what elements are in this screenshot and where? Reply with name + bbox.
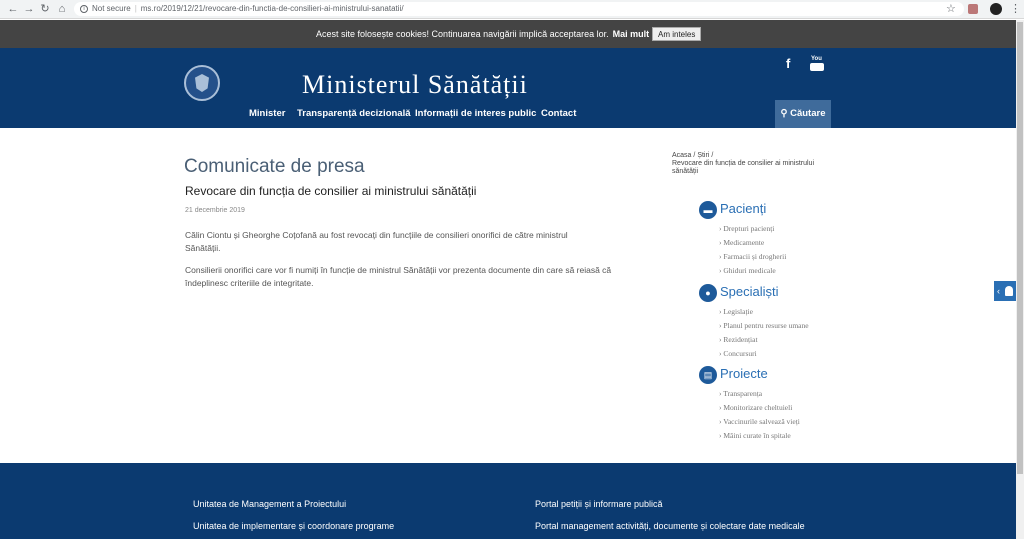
sidebar-link[interactable]: › Farmacii și drogherii: [719, 250, 786, 264]
article-paragraph: Călin Ciontu și Gheorghe Coțofană au fos…: [185, 230, 568, 253]
cookie-message-wrap: Acest site folosește cookies! Continuare…: [316, 20, 649, 48]
footer-link[interactable]: Unitatea de implementare și coordonare p…: [193, 521, 394, 531]
info-icon[interactable]: i: [80, 4, 88, 13]
site-title[interactable]: Ministerul Sănătății: [302, 70, 528, 100]
article-title: Revocare din funcția de consilier ai min…: [185, 184, 477, 198]
forward-icon[interactable]: →: [22, 2, 36, 16]
sidebar-link[interactable]: › Mâini curate în spitale: [719, 429, 800, 443]
sidebar-section-pacienti: ▬ Pacienți › Drepturi pacienți › Medicam…: [699, 200, 786, 278]
back-icon[interactable]: ←: [6, 2, 20, 16]
search-button[interactable]: ⚲ Căutare: [775, 100, 831, 128]
ministry-logo[interactable]: [184, 65, 220, 101]
bed-icon: ▬: [699, 201, 717, 219]
coat-of-arms-icon: [195, 74, 209, 92]
nav-transparenta[interactable]: Transparență decizională: [297, 108, 411, 119]
youtube-icon[interactable]: You: [810, 56, 824, 71]
sidebar-link[interactable]: › Vaccinurile salvează vieți: [719, 415, 800, 429]
sidebar-link[interactable]: › Transparența: [719, 387, 800, 401]
reload-icon[interactable]: ↻: [38, 2, 52, 16]
extension-icon[interactable]: [968, 4, 978, 14]
chevron-left-icon: ‹: [997, 286, 1000, 296]
sidebar-section-title[interactable]: Proiecte: [720, 366, 768, 381]
site-footer: Unitatea de Management a Proiectului Uni…: [0, 463, 1016, 539]
nav-contact[interactable]: Contact: [541, 108, 576, 119]
sidebar-link[interactable]: › Ghiduri medicale: [719, 264, 786, 278]
cookie-message: Acest site folosește cookies! Continuare…: [316, 29, 609, 39]
browser-toolbar: ← → ↻ ⌂ i Not secure | ms.ro/2019/12/21/rev…: [0, 0, 1024, 19]
sidebar-link[interactable]: › Concursuri: [719, 347, 809, 361]
sidebar-section-proiecte: ▤ Proiecte › Transparența › Monitorizare…: [699, 365, 800, 443]
sidebar-link[interactable]: › Drepturi pacienți: [719, 222, 786, 236]
search-label: Căutare: [790, 108, 826, 119]
article-paragraph: Consilierii onorifici care vor fi numiți…: [185, 265, 612, 288]
breadcrumb: Acasa / Știri / Revocare din funcția de …: [672, 152, 815, 175]
home-icon[interactable]: ⌂: [55, 2, 69, 16]
sidebar-link[interactable]: › Medicamente: [719, 236, 786, 250]
cookie-accept-button[interactable]: Am inteles: [652, 27, 702, 41]
profile-avatar[interactable]: [990, 3, 1002, 15]
doctor-icon: ●: [699, 284, 717, 302]
accessibility-tab[interactable]: ‹: [994, 281, 1016, 301]
scrollbar-thumb[interactable]: [1017, 22, 1023, 474]
cookie-more-link[interactable]: Mai mult: [613, 29, 650, 39]
facebook-icon[interactable]: f: [786, 56, 790, 71]
sidebar-section-title[interactable]: Specialiști: [720, 284, 779, 299]
cookie-banner: Acest site folosește cookies! Continuare…: [0, 20, 1016, 48]
sidebar-link[interactable]: › Monitorizare cheltuieli: [719, 401, 800, 415]
page-scrollbar[interactable]: [1016, 20, 1024, 539]
address-bar[interactable]: i Not secure | ms.ro/2019/12/21/revocare-di…: [74, 2, 964, 16]
sidebar-section-specialisti: ● Specialiști › Legislație › Planul pent…: [699, 283, 809, 361]
sidebar-link[interactable]: › Planul pentru resurse umane: [719, 319, 809, 333]
document-icon: ▤: [699, 366, 717, 384]
search-icon: ⚲: [780, 108, 788, 119]
breadcrumb-news[interactable]: Știri: [697, 152, 709, 159]
accessibility-icon: [1005, 286, 1013, 296]
nav-informatii[interactable]: Informații de interes public: [415, 108, 536, 119]
sidebar-link[interactable]: › Rezidențiat: [719, 333, 809, 347]
nav-minister[interactable]: Minister: [249, 108, 285, 119]
breadcrumb-current: Revocare din funcția de consilier ai min…: [672, 160, 815, 175]
sidebar-section-title[interactable]: Pacienți: [720, 201, 766, 216]
footer-link[interactable]: Portal management activități, documente …: [535, 521, 805, 531]
page-title: Comunicate de presa: [184, 156, 365, 177]
breadcrumb-home[interactable]: Acasa: [672, 152, 691, 159]
sidebar-link[interactable]: › Legislație: [719, 305, 809, 319]
article-date: 21 decembrie 2019: [185, 207, 245, 214]
browser-menu-icon[interactable]: ⋮: [1010, 2, 1021, 15]
url-text: ms.ro/2019/12/21/revocare-din-functia-de…: [140, 4, 404, 13]
site-header: Ministerul Sănătății f You Minister Tran…: [0, 48, 1016, 128]
footer-link[interactable]: Portal petiții și informare publică: [535, 499, 663, 509]
footer-link[interactable]: Unitatea de Management a Proiectului: [193, 499, 346, 509]
bookmark-star-icon[interactable]: ☆: [946, 2, 956, 15]
not-secure-label: Not secure: [92, 4, 131, 13]
